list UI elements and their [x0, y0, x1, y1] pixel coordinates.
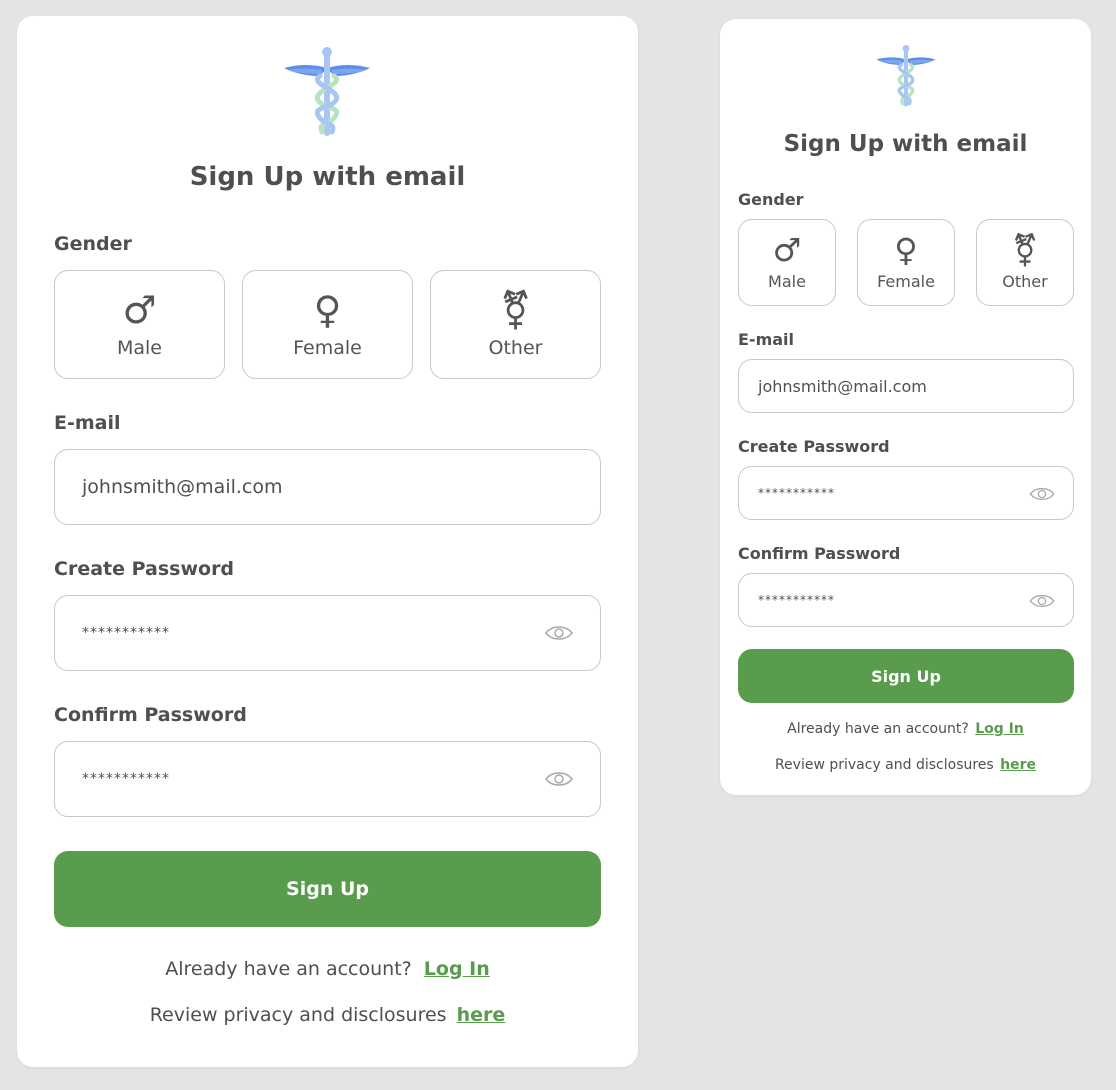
gender-option-label: Other: [488, 336, 543, 359]
eye-icon[interactable]: [1028, 485, 1056, 503]
gender-label: Gender: [738, 190, 804, 209]
confirm-password-label: Confirm Password: [54, 704, 247, 726]
eye-icon[interactable]: [1028, 592, 1056, 610]
gender-label: Gender: [54, 233, 132, 255]
confirm-password-value: ***********: [82, 771, 170, 787]
login-prompt-text: Already have an account?: [787, 721, 969, 737]
email-field[interactable]: johnsmith@mail.com: [54, 449, 601, 525]
confirm-password-label: Confirm Password: [738, 544, 901, 563]
male-symbol-icon: ♂: [772, 231, 802, 269]
privacy-prompt: Review privacy and disclosures here: [17, 1004, 638, 1026]
gender-option-female[interactable]: ♀ Female: [857, 219, 955, 306]
gender-option-label: Male: [116, 336, 162, 359]
privacy-link[interactable]: here: [457, 1004, 506, 1026]
password-value: ***********: [82, 625, 170, 641]
male-symbol-icon: ♂: [122, 287, 157, 332]
signup-card-large: Sign Up with email Gender ♂ Male ♀ Femal…: [17, 16, 638, 1067]
gender-option-other[interactable]: ⚧ Other: [976, 219, 1074, 306]
eye-icon[interactable]: [544, 769, 574, 789]
eye-icon[interactable]: [544, 623, 574, 643]
confirm-password-field[interactable]: ***********: [738, 573, 1074, 627]
email-value: johnsmith@mail.com: [82, 476, 283, 498]
password-value: ***********: [758, 486, 835, 500]
login-prompt: Already have an account? Log In: [17, 958, 638, 980]
email-value: johnsmith@mail.com: [758, 376, 927, 396]
gender-option-female[interactable]: ♀ Female: [242, 270, 413, 379]
privacy-text: Review privacy and disclosures: [149, 1004, 447, 1026]
create-password-label: Create Password: [54, 558, 235, 580]
page-title: Sign Up with email: [783, 131, 1028, 157]
email-label: E-mail: [54, 412, 121, 434]
caduceus-icon: [876, 45, 936, 107]
gender-option-male[interactable]: ♂ Male: [54, 270, 225, 379]
privacy-text: Review privacy and disclosures: [774, 757, 994, 773]
login-link[interactable]: Log In: [424, 958, 490, 980]
login-prompt-text: Already have an account?: [165, 958, 412, 980]
female-symbol-icon: ♀: [313, 287, 342, 332]
gender-option-label: Female: [877, 272, 935, 291]
transgender-symbol-icon: ⚧: [499, 287, 532, 332]
sign-up-button[interactable]: Sign Up: [738, 649, 1074, 703]
page-title: Sign Up with email: [189, 162, 466, 192]
privacy-link[interactable]: here: [1000, 757, 1036, 773]
caduceus-icon: [284, 47, 370, 136]
confirm-password-value: ***********: [758, 593, 835, 607]
create-password-field[interactable]: ***********: [738, 466, 1074, 520]
female-symbol-icon: ♀: [894, 231, 918, 269]
gender-option-label: Male: [768, 272, 806, 291]
signup-card-small: Sign Up with email Gender ♂ Male ♀ Femal…: [720, 19, 1091, 795]
gender-option-other[interactable]: ⚧ Other: [430, 270, 601, 379]
create-password-field[interactable]: ***********: [54, 595, 601, 671]
transgender-symbol-icon: ⚧: [1011, 231, 1039, 269]
gender-option-label: Female: [293, 336, 362, 359]
create-password-label: Create Password: [738, 437, 890, 456]
gender-option-male[interactable]: ♂ Male: [738, 219, 836, 306]
email-label: E-mail: [738, 330, 795, 349]
login-link[interactable]: Log In: [975, 721, 1024, 737]
email-field[interactable]: johnsmith@mail.com: [738, 359, 1074, 413]
privacy-prompt: Review privacy and disclosures here: [720, 757, 1091, 773]
login-prompt: Already have an account? Log In: [720, 721, 1091, 737]
confirm-password-field[interactable]: ***********: [54, 741, 601, 817]
sign-up-button[interactable]: Sign Up: [54, 851, 601, 927]
gender-option-label: Other: [1002, 272, 1048, 291]
